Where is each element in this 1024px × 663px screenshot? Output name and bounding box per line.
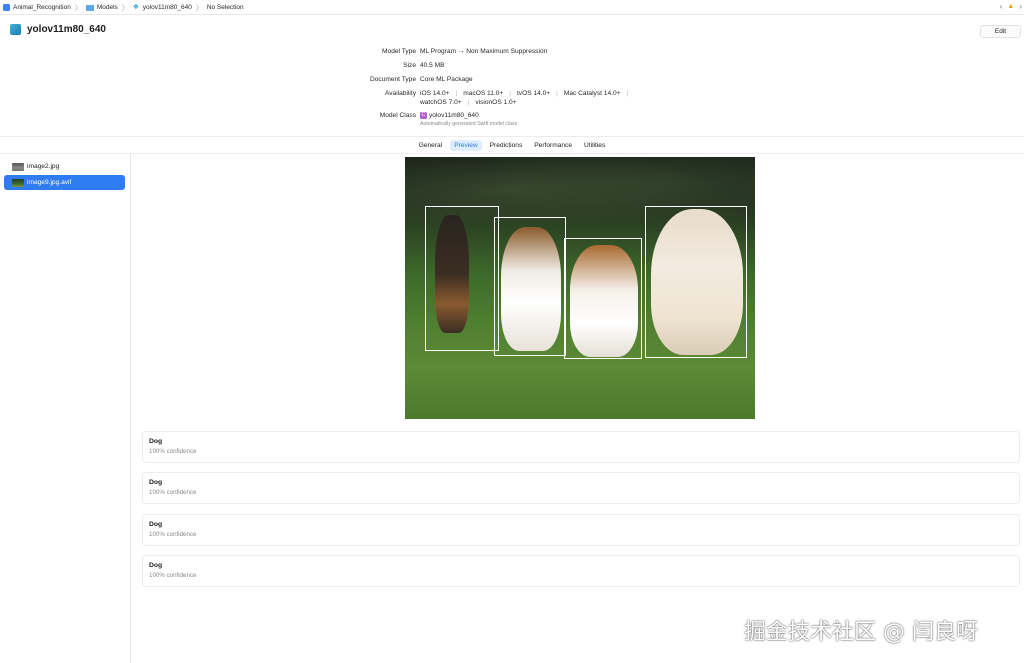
tab-preview[interactable]: Preview (450, 139, 482, 151)
platform-item: iOS 14.0+ (420, 90, 463, 97)
tab-performance[interactable]: Performance (530, 140, 576, 151)
breadcrumb-label: Models (96, 4, 118, 11)
platform-item: visionOS 1.0+ (475, 99, 517, 106)
divider (0, 153, 1024, 154)
breadcrumb-item-selection[interactable]: No Selection (207, 4, 244, 11)
sidebar-item-image2[interactable]: image2.jpg (4, 159, 125, 174)
availability-line-1: iOS 14.0+ macOS 11.0+ tvOS 14.0+ Mac Cat… (420, 90, 634, 97)
meta-label: Size (403, 62, 416, 69)
tab-general[interactable]: General (415, 140, 446, 151)
detection-box (425, 206, 499, 351)
platform-item: macOS 11.0+ (463, 90, 517, 97)
meta-value: iOS 14.0+ macOS 11.0+ tvOS 14.0+ Mac Cat… (420, 90, 634, 106)
availability-line-2: watchOS 7.0+ visionOS 1.0+ (420, 99, 634, 106)
preview-image (405, 157, 755, 419)
prediction-label: Dog (149, 521, 163, 528)
app-icon (3, 4, 10, 11)
title-row: yolov11m80_640 (10, 24, 106, 35)
edit-button[interactable]: Edit (980, 25, 1021, 38)
swift-class-icon: C (420, 112, 427, 119)
breadcrumb-label: yolov11m80_640 (142, 4, 192, 11)
breadcrumb-item-model[interactable]: ❖ yolov11m80_640 (132, 3, 192, 12)
image-thumbnail (12, 178, 24, 187)
breadcrumb-label: Animal_Recognition (13, 4, 71, 11)
prediction-card[interactable]: Dog 100% confidence (142, 431, 1020, 463)
image-thumbnail (12, 162, 24, 171)
platform-item: watchOS 7.0+ (420, 99, 475, 106)
detection-box (494, 217, 566, 356)
model-class-note: Automatically generated Swift model clas… (420, 121, 518, 128)
meta-value: ML Program → Non Maximum Suppression (420, 48, 548, 55)
model-class-link[interactable]: Cyolov11m80_640 (420, 112, 479, 119)
breadcrumb-item-project[interactable]: Animal_Recognition (3, 4, 71, 11)
prediction-label: Dog (149, 438, 163, 445)
meta-label: Model Type (382, 48, 416, 55)
prediction-confidence: 100% confidence (149, 572, 197, 579)
meta-value: Core ML Package (420, 76, 473, 83)
breadcrumb-separator: 〉 (195, 4, 203, 12)
breadcrumb-item-folder[interactable]: Models (85, 4, 118, 11)
platform-item: tvOS 14.0+ (517, 90, 564, 97)
sidebar-item-label: image2.jpg (27, 163, 60, 170)
meta-label: Availability (384, 90, 416, 97)
model-class-name: yolov11m80_640 (429, 112, 479, 120)
breadcrumb-label: No Selection (206, 4, 244, 11)
divider (0, 136, 1024, 137)
meta-label: Model Class (379, 112, 416, 119)
breadcrumb: Animal_Recognition 〉 Models 〉 ❖ yolov11m… (0, 0, 1024, 15)
prediction-confidence: 100% confidence (149, 448, 197, 455)
watermark: 掘金技术社区 @ 闫良呀 (744, 620, 978, 645)
tab-predictions[interactable]: Predictions (486, 140, 527, 151)
breadcrumb-separator: 〉 (74, 4, 82, 12)
meta-value: Cyolov11m80_640 Automatically generated … (420, 112, 517, 127)
navigator-controls: ‹ ▲ › (1000, 2, 1022, 11)
prediction-card[interactable]: Dog 100% confidence (142, 514, 1020, 546)
sidebar-item-label: image9.jpg.avif (27, 179, 72, 186)
folder-icon (85, 4, 94, 11)
detection-box (645, 206, 747, 358)
model-file-icon (10, 24, 21, 35)
prediction-card[interactable]: Dog 100% confidence (142, 472, 1020, 504)
prediction-card[interactable]: Dog 100% confidence (142, 555, 1020, 587)
page-title: yolov11m80_640 (27, 24, 106, 35)
chevron-right-icon[interactable]: › (1019, 2, 1022, 11)
breadcrumb-separator: 〉 (121, 4, 129, 12)
tab-bar: General Preview Predictions Performance … (0, 138, 1024, 152)
tab-utilities[interactable]: Utilities (580, 140, 609, 151)
warning-icon[interactable]: ▲ (1007, 3, 1014, 10)
platform-item: Mac Catalyst 14.0+ (564, 90, 634, 97)
prediction-label: Dog (149, 562, 163, 569)
preview-sidebar: image2.jpg image9.jpg.avif (0, 154, 131, 663)
divider (0, 14, 1024, 15)
detection-box (564, 238, 642, 359)
model-icon: ❖ (132, 3, 140, 11)
prediction-confidence: 100% confidence (149, 489, 197, 496)
prediction-label: Dog (149, 479, 163, 486)
chevron-left-icon[interactable]: ‹ (1000, 2, 1003, 11)
sidebar-item-image9[interactable]: image9.jpg.avif (4, 175, 125, 190)
meta-value: 40.5 MB (420, 62, 445, 69)
meta-label: Document Type (369, 76, 416, 83)
prediction-confidence: 100% confidence (149, 531, 197, 538)
